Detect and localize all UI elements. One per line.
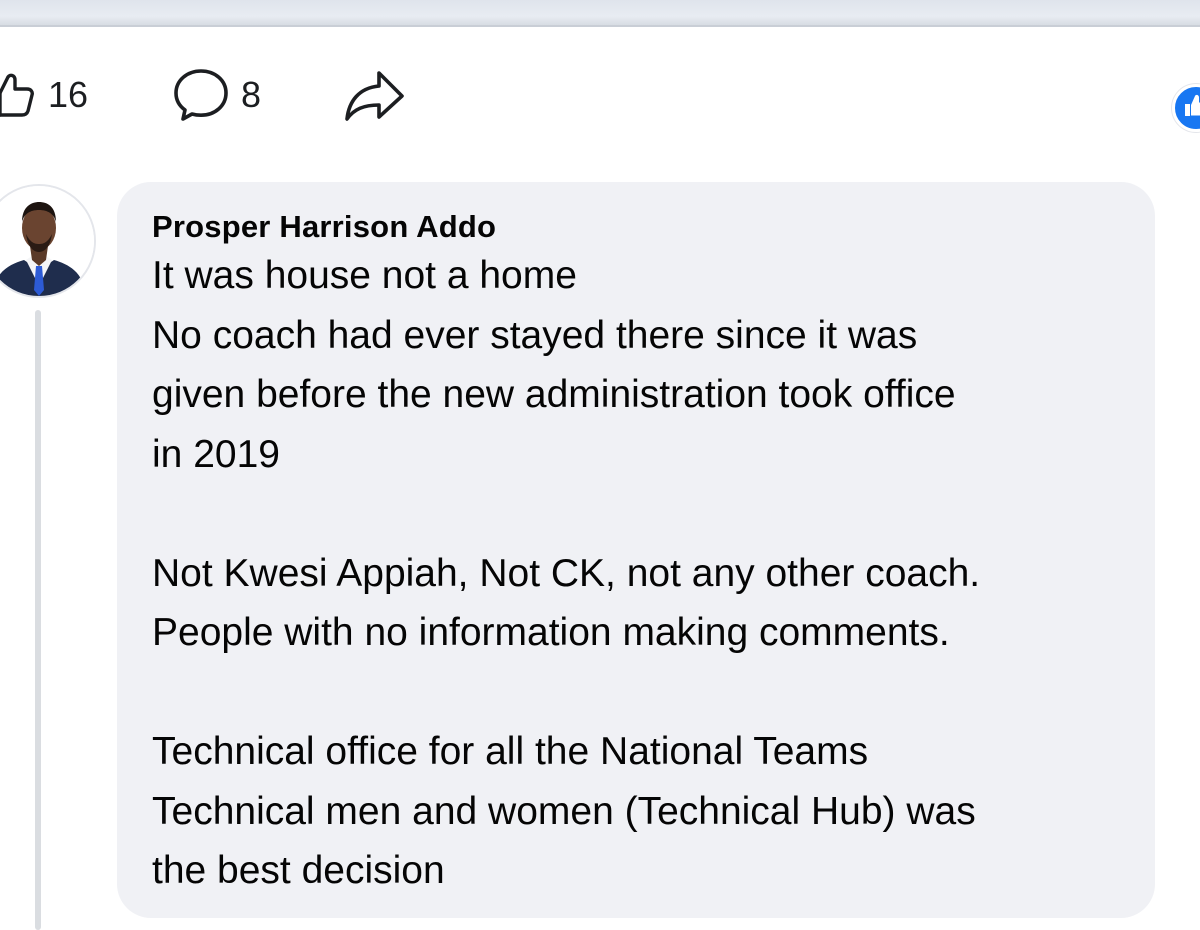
comment-line: given before the new administration took… bbox=[152, 373, 956, 416]
comment-line: People with no information making commen… bbox=[152, 611, 950, 654]
comment-line: Technical office for all the National Te… bbox=[152, 730, 869, 773]
comment-line: No coach had ever stayed there since it … bbox=[152, 313, 918, 357]
like-reaction-icon bbox=[1183, 93, 1200, 124]
comment-line: Technical men and women (Technical Hub) … bbox=[152, 789, 976, 833]
share-button[interactable] bbox=[344, 60, 406, 130]
comment-line: It was house not a home bbox=[152, 254, 577, 297]
comment-paragraph: Not Kwesi Appiah, Not CK, not any other … bbox=[152, 544, 1121, 663]
thumbs-up-icon bbox=[0, 69, 38, 121]
share-arrow-icon bbox=[344, 65, 406, 125]
comment-line: the best decision bbox=[152, 849, 445, 892]
like-count: 16 bbox=[48, 74, 89, 115]
comment-thread-line bbox=[35, 310, 41, 930]
comment-author-name[interactable]: Prosper Harrison Addo bbox=[152, 206, 1121, 248]
comment-paragraph: It was house not a home No coach had eve… bbox=[152, 246, 1121, 484]
comment-paragraph: Technical office for all the National Te… bbox=[152, 722, 1121, 901]
comment-line: in 2019 bbox=[152, 432, 280, 476]
comment-body: It was house not a home No coach had eve… bbox=[152, 246, 1121, 901]
facebook-post-comments-view: 16 8 Prosper Harrison Addo It was house … bbox=[0, 0, 1200, 930]
post-image-bottom-edge bbox=[0, 0, 1200, 27]
comment-bubble-icon bbox=[171, 65, 231, 125]
comment-line: Not Kwesi Appiah, Not CK, not any other … bbox=[152, 551, 981, 595]
commenter-avatar[interactable] bbox=[0, 184, 96, 298]
comment-button[interactable]: 8 bbox=[171, 60, 261, 130]
comment-bubble: Prosper Harrison Addo It was house not a… bbox=[117, 182, 1155, 918]
comment-count: 8 bbox=[241, 74, 262, 115]
post-action-bar: 16 8 bbox=[0, 60, 1200, 130]
like-button[interactable]: 16 bbox=[0, 60, 88, 130]
